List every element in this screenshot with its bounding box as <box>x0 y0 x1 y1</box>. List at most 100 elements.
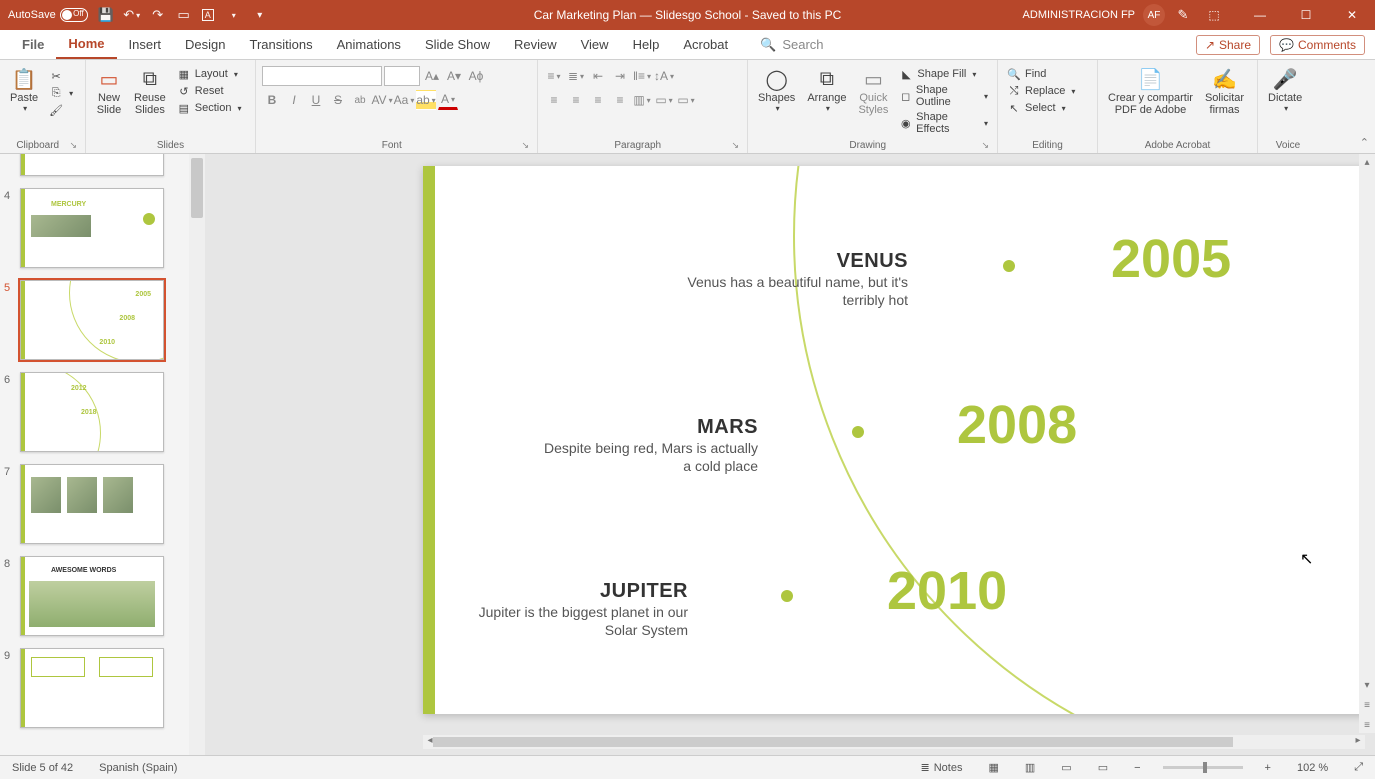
quick-styles-button[interactable]: ▭Quick Styles <box>854 64 892 118</box>
underline-button[interactable]: U <box>306 90 326 110</box>
columns-button[interactable]: ▥▾ <box>632 90 652 110</box>
avatar[interactable]: AF <box>1143 4 1165 26</box>
request-sign-button[interactable]: ✍Solicitar firmas <box>1201 64 1248 118</box>
clear-format-icon[interactable]: Aϕ <box>466 66 486 86</box>
align-text-button[interactable]: ▭▾ <box>654 90 674 110</box>
layout-button[interactable]: ▦Layout▾ <box>174 66 245 82</box>
maximize-button[interactable]: ☐ <box>1283 0 1329 30</box>
smartart-button[interactable]: ▭▾ <box>676 90 696 110</box>
tab-home[interactable]: Home <box>56 30 116 59</box>
new-slide-button[interactable]: ▭New Slide <box>92 64 126 118</box>
fit-to-window-button[interactable]: ⤢ <box>1350 761 1367 774</box>
paragraph-launcher[interactable]: ↘ <box>731 140 739 151</box>
shape-fill-button[interactable]: ◣Shape Fill▾ <box>896 66 991 82</box>
tab-insert[interactable]: Insert <box>117 30 174 59</box>
zoom-slider[interactable] <box>1163 766 1243 769</box>
zoom-in-button[interactable]: + <box>1261 762 1275 774</box>
font-size-select[interactable] <box>384 66 420 86</box>
drawing-launcher[interactable]: ↘ <box>981 140 989 151</box>
decrease-indent-button[interactable]: ⇤ <box>588 66 608 86</box>
slide-thumbnail[interactable]: 2005 2008 2010 <box>20 280 164 360</box>
slide-thumbnail[interactable]: MERCURY <box>20 188 164 268</box>
text-direction-button[interactable]: ↕A▾ <box>654 66 674 86</box>
bold-button[interactable]: B <box>262 90 282 110</box>
zoom-level[interactable]: 102 % <box>1293 762 1332 774</box>
redo-icon[interactable]: ↷ <box>150 7 166 23</box>
share-button[interactable]: ↗Share <box>1196 35 1260 55</box>
slide-thumbnail[interactable]: 2012 2018 <box>20 372 164 452</box>
drawing-tools-icon[interactable]: ✎ <box>1175 7 1191 23</box>
tell-me-search[interactable]: 🔍Search <box>760 37 823 53</box>
find-button[interactable]: 🔍Find <box>1004 66 1049 82</box>
normal-view-button[interactable]: ▦ <box>984 761 1002 774</box>
slide-canvas[interactable]: OUR EVOLUTION 2005 VENUS Venus has a bea… <box>423 166 1375 714</box>
user-name[interactable]: ADMINISTRACION FP <box>1023 9 1135 21</box>
cut-button[interactable]: ✂ <box>46 68 76 84</box>
numbering-button[interactable]: ≣▾ <box>566 66 586 86</box>
increase-font-icon[interactable]: A▴ <box>422 66 442 86</box>
autosave-toggle[interactable]: AutoSave Off <box>8 8 88 22</box>
tab-file[interactable]: File <box>10 30 56 59</box>
undo-icon[interactable]: ↶▾ <box>124 7 140 23</box>
shape-effects-button[interactable]: ◉Shape Effects▾ <box>896 110 991 136</box>
copy-button[interactable]: ⎘▾ <box>46 85 76 101</box>
line-spacing-button[interactable]: ‖≡▾ <box>632 66 652 86</box>
strike-button[interactable]: S <box>328 90 348 110</box>
shadow-button[interactable]: ab <box>350 90 370 110</box>
tab-review[interactable]: Review <box>502 30 569 59</box>
clipboard-launcher[interactable]: ↘ <box>69 140 77 151</box>
arrange-button[interactable]: ⧉Arrange▾ <box>803 64 850 115</box>
align-right-button[interactable]: ≡ <box>588 90 608 110</box>
tab-view[interactable]: View <box>569 30 621 59</box>
format-painter-button[interactable]: 🖌 <box>46 102 76 118</box>
minimize-button[interactable]: — <box>1237 0 1283 30</box>
reading-view-button[interactable]: ▭ <box>1057 761 1075 774</box>
char-spacing-button[interactable]: AV▾ <box>372 90 392 110</box>
font-launcher[interactable]: ↘ <box>521 140 529 151</box>
increase-indent-button[interactable]: ⇥ <box>610 66 630 86</box>
replace-button[interactable]: ⤭Replace▾ <box>1004 83 1078 99</box>
justify-button[interactable]: ≡ <box>610 90 630 110</box>
slide-thumbnail[interactable] <box>20 464 164 544</box>
qa-overflow-icon[interactable]: ▾ <box>252 7 268 23</box>
tab-acrobat[interactable]: Acrobat <box>671 30 740 59</box>
reset-button[interactable]: ↺Reset <box>174 83 245 99</box>
close-button[interactable]: ✕ <box>1329 0 1375 30</box>
decrease-font-icon[interactable]: A▾ <box>444 66 464 86</box>
highlight-button[interactable]: ab▾ <box>416 90 436 110</box>
font-color-button[interactable]: A▾ <box>438 90 458 110</box>
save-icon[interactable]: 💾 <box>98 7 114 23</box>
shapes-button[interactable]: ◯Shapes▾ <box>754 64 799 115</box>
language-indicator[interactable]: Spanish (Spain) <box>95 762 181 774</box>
tab-slideshow[interactable]: Slide Show <box>413 30 502 59</box>
reuse-slides-button[interactable]: ⧉Reuse Slides <box>130 64 170 118</box>
align-center-button[interactable]: ≡ <box>566 90 586 110</box>
align-left-button[interactable]: ≡ <box>544 90 564 110</box>
horizontal-scrollbar[interactable]: ◂ ▸ <box>423 735 1365 749</box>
collapse-ribbon-button[interactable]: ⌃ <box>1360 136 1369 149</box>
zoom-out-button[interactable]: − <box>1130 762 1144 774</box>
bullets-button[interactable]: ≡▾ <box>544 66 564 86</box>
comments-button[interactable]: 💬Comments <box>1270 35 1365 55</box>
slide-counter[interactable]: Slide 5 of 42 <box>8 762 77 774</box>
tab-animations[interactable]: Animations <box>325 30 413 59</box>
dictate-button[interactable]: 🎤Dictate▾ <box>1264 64 1306 115</box>
slideshow-view-button[interactable]: ▭ <box>1094 761 1112 774</box>
slide-thumbnail[interactable]: AWESOME WORDS <box>20 556 164 636</box>
thumbnails-scrollbar[interactable] <box>189 154 205 755</box>
sorter-view-button[interactable]: ▥ <box>1021 761 1039 774</box>
slideshow-from-start-icon[interactable]: ▭ <box>176 7 192 23</box>
paste-button[interactable]: 📋Paste▾ <box>6 64 42 115</box>
tab-help[interactable]: Help <box>621 30 672 59</box>
notes-button[interactable]: ≣Notes <box>917 761 967 774</box>
change-case-button[interactable]: Aa▾ <box>394 90 414 110</box>
font-family-select[interactable] <box>262 66 382 86</box>
select-button[interactable]: ↖Select▾ <box>1004 100 1069 116</box>
tab-transitions[interactable]: Transitions <box>238 30 325 59</box>
shape-outline-button[interactable]: ◻Shape Outline▾ <box>896 83 991 109</box>
create-pdf-button[interactable]: 📄Crear y compartir PDF de Adobe <box>1104 64 1197 118</box>
slide-editor-area[interactable]: OUR EVOLUTION 2005 VENUS Venus has a bea… <box>205 154 1375 755</box>
qa-customize-icon[interactable]: ▾ <box>226 7 242 23</box>
slide-thumbnail[interactable] <box>20 154 164 176</box>
vertical-scrollbar[interactable]: ▴ ▾ ≡ ≡ <box>1359 154 1375 733</box>
